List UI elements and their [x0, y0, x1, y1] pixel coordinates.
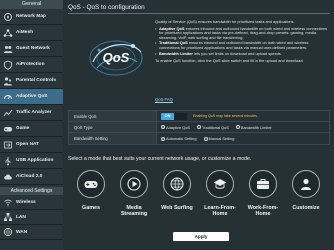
- qos-description: Quality of Service (QoS) ensures bandwid…: [155, 19, 330, 64]
- qos-settings-table: Enable QoS ON Enabling QoS may take seve…: [68, 110, 330, 145]
- globe-icon: [170, 177, 184, 191]
- bullet-adaptive-qos: Adaptive QoS ensures inbound and outboun…: [155, 26, 330, 41]
- enable-qos-row: Enable QoS ON Enabling QoS may take seve…: [69, 111, 329, 122]
- mode-customize[interactable]: Customize: [285, 170, 327, 211]
- sidebar-item-network-map[interactable]: Network Map: [0, 9, 63, 25]
- sidebar-item-label: LAN: [16, 214, 26, 220]
- guest-network-icon: [3, 44, 13, 54]
- sidebar-item-guest-network[interactable]: Guest Network: [0, 41, 63, 57]
- sidebar-item-label: Open NAT: [16, 142, 40, 147]
- main-content: QoS - QoS to configuration QoS Quality o…: [63, 0, 334, 250]
- bullet-traditional-qos: Traditional QoS ensures inbound and outb…: [155, 41, 330, 50]
- sidebar-item-label: Network Map: [16, 14, 46, 19]
- mode-label: Work-From-Home: [247, 205, 279, 217]
- cloud-icon: [3, 172, 13, 182]
- aimesh-icon: [3, 28, 13, 38]
- sidebar-item-aiprotection[interactable]: AiProtection: [0, 57, 63, 73]
- qos-logo-icon: QoS: [89, 40, 143, 76]
- mode-label: Learn-From-Home: [204, 205, 236, 217]
- radio-icon: [197, 125, 202, 129]
- sidebar-item-adaptive-qos[interactable]: Adaptive QoS: [0, 89, 63, 105]
- toggle-on-label: ON: [161, 112, 174, 120]
- sidebar-item-label: AiCloud 2.0: [16, 174, 43, 179]
- sidebar-item-usb-application[interactable]: USB Application: [0, 153, 63, 169]
- apply-button[interactable]: Apply: [173, 232, 229, 241]
- qos-logo-text: QoS: [103, 50, 130, 65]
- radio-adaptive-qos[interactable]: Adaptive QoS: [161, 125, 190, 130]
- speedometer-icon: [3, 92, 13, 102]
- customize-icon: [301, 178, 311, 190]
- sidebar-item-aimesh[interactable]: AiMesh: [0, 25, 63, 41]
- wireless-icon: [3, 197, 13, 207]
- qos-faq-link[interactable]: QoS FAQ: [155, 97, 173, 102]
- qos-intro: Quality of Service (QoS) ensures bandwid…: [155, 19, 295, 24]
- sidebar-item-aicloud[interactable]: AiCloud 2.0: [0, 169, 63, 185]
- shield-icon: [3, 60, 13, 70]
- mode-media-streaming[interactable]: Media Streaming: [113, 170, 155, 217]
- sidebar-item-label: Game: [16, 126, 30, 131]
- sidebar-item-label: AiMesh: [16, 30, 34, 35]
- lan-icon: [3, 212, 13, 222]
- sidebar-item-open-nat[interactable]: Open NAT: [0, 137, 63, 153]
- bullet-bandwidth-limiter: Bandwidth Limiter lets you set limits on…: [155, 51, 330, 57]
- mode-games[interactable]: Games: [70, 170, 112, 211]
- sidebar-general-header: General: [0, 0, 63, 9]
- radio-traditional-qos[interactable]: Traditional QoS: [197, 125, 229, 130]
- sidebar-advanced-header: Advanced Settings: [0, 187, 63, 195]
- sidebar-item-label: USB Application: [16, 158, 54, 163]
- mode-learn-from-home[interactable]: Learn-From-Home: [199, 170, 241, 217]
- learn-from-home-icon: [213, 179, 227, 189]
- network-map-icon: [3, 12, 13, 22]
- sidebar-item-label: Traffic Analyzer: [16, 110, 52, 115]
- mode-label: Customize: [292, 205, 320, 211]
- open-nat-icon: [3, 140, 13, 150]
- gamepad-icon: [84, 181, 98, 188]
- radio-selected-icon: [161, 136, 165, 141]
- sidebar-item-parental-controls[interactable]: Parental Controls: [0, 73, 63, 89]
- radio-bandwidth-limiter[interactable]: Bandwidth Limiter: [235, 125, 272, 130]
- sidebar-item-label: AiProtection: [16, 62, 45, 67]
- sidebar-item-lan[interactable]: LAN: [0, 210, 63, 225]
- radio-icon: [235, 125, 240, 129]
- bandwidth-setting-row: Bandwidth Setting Automatic Setting Manu…: [69, 133, 329, 144]
- mode-selector: Games Media Streaming Web Surfing Learn-…: [68, 170, 330, 230]
- sidebar-item-label: Parental Controls: [16, 78, 56, 83]
- media-streaming-icon: [127, 177, 141, 191]
- sidebar: General Network Map AiMesh Guest Network…: [0, 0, 63, 250]
- enable-qos-label: Enable QoS: [69, 111, 157, 121]
- mode-web-surfing[interactable]: Web Surfing: [156, 170, 198, 211]
- title-divider: [68, 13, 330, 14]
- parental-controls-icon: [3, 76, 13, 86]
- usb-icon: [3, 156, 13, 166]
- sidebar-item-wan[interactable]: WAN: [0, 225, 63, 240]
- enable-qos-toggle[interactable]: ON: [161, 112, 187, 120]
- sidebar-item-traffic-analyzer[interactable]: Traffic Analyzer: [0, 105, 63, 121]
- radio-manual-setting[interactable]: Manual Setting: [203, 136, 234, 141]
- mode-label: Web Surfing: [161, 205, 193, 211]
- enable-qos-warning: Enabling QoS may take several minutes.: [193, 114, 258, 118]
- sidebar-item-game[interactable]: Game: [0, 121, 63, 137]
- mode-label: Media Streaming: [120, 205, 148, 217]
- mode-select-prompt: Select a mode that best suits your curre…: [68, 156, 252, 162]
- sidebar-item-label: Guest Network: [16, 46, 50, 51]
- bandwidth-setting-label: Bandwidth Setting: [69, 133, 157, 144]
- mode-work-from-home[interactable]: Work-From-Home: [242, 170, 284, 217]
- gamepad-icon: [3, 124, 13, 134]
- sidebar-item-label: Wireless: [16, 199, 36, 205]
- radio-automatic-setting[interactable]: Automatic Setting: [161, 136, 197, 141]
- page-title: QoS - QoS to configuration: [68, 4, 145, 11]
- radio-selected-icon: [161, 125, 165, 129]
- work-from-home-icon: [257, 179, 269, 189]
- sidebar-item-label: Adaptive QoS: [16, 94, 48, 99]
- traffic-analyzer-icon: [3, 108, 13, 118]
- mode-label: Games: [82, 205, 100, 211]
- qos-type-row: QoS Type Adaptive QoS Traditional QoS Ba…: [69, 122, 329, 133]
- sidebar-item-wireless[interactable]: Wireless: [0, 195, 63, 210]
- wan-icon: [3, 227, 13, 237]
- radio-icon: [203, 136, 208, 141]
- sidebar-item-label: WAN: [16, 229, 28, 235]
- qos-type-label: QoS Type: [69, 122, 157, 132]
- qos-enable-note: To enable QoS function, click the QoS sl…: [155, 58, 304, 64]
